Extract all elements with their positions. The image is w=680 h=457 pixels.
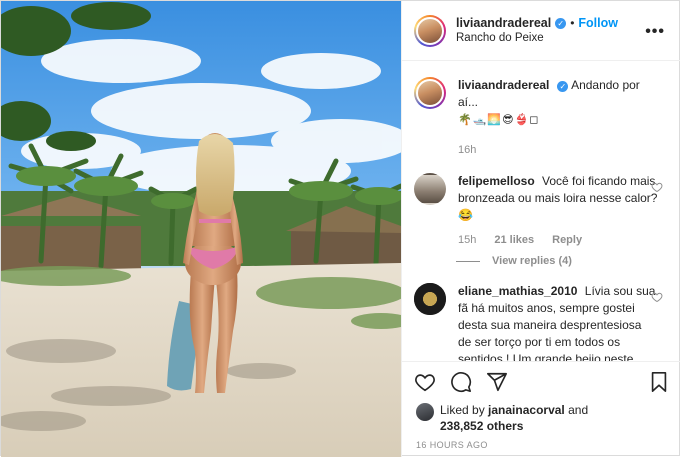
more-options-icon[interactable]: •••: [645, 23, 665, 41]
post-actions: Liked by janainacorval and 238,852 other…: [402, 361, 680, 457]
verified-badge-icon: ✓: [555, 17, 567, 29]
separator-dot: •: [570, 15, 575, 30]
caption-age[interactable]: 16h: [458, 142, 476, 159]
post-header: liviaandradereal ✓ • Follow Rancho do Pe…: [402, 1, 680, 61]
caption-emoji-line: 🌴🛥️🌅😎👙◻: [458, 113, 540, 126]
caption-username[interactable]: liviaandradereal: [458, 78, 549, 92]
comment-item: felipemelloso Você foi ficando mais bron…: [414, 173, 669, 249]
liker-avatar[interactable]: [416, 403, 434, 421]
share-icon[interactable]: [486, 371, 508, 393]
post-timestamp[interactable]: 16 HOURS AGO: [402, 434, 680, 450]
commenter-username[interactable]: eliane_mathias_2010: [458, 284, 577, 298]
comment-icon[interactable]: [450, 371, 472, 393]
post-side-panel: liviaandradereal ✓ • Follow Rancho do Pe…: [401, 1, 680, 457]
commenter-username[interactable]: felipemelloso: [458, 174, 535, 188]
author-avatar[interactable]: [414, 14, 446, 47]
heart-icon[interactable]: [414, 371, 436, 393]
liked-by-prefix: Liked by: [440, 403, 485, 417]
replies-divider: [456, 260, 480, 262]
beach-photo-illustration: [1, 1, 401, 457]
comment-age[interactable]: 15h: [458, 232, 476, 249]
follow-button[interactable]: Follow: [578, 16, 618, 31]
comment-like-heart-icon[interactable]: [651, 291, 663, 303]
view-replies-button[interactable]: View replies (4): [456, 255, 669, 267]
view-replies-label: View replies (4): [492, 255, 572, 267]
bookmark-icon[interactable]: [649, 371, 669, 393]
reply-button[interactable]: Reply: [552, 232, 582, 249]
post-dialog: liviaandradereal ✓ • Follow Rancho do Pe…: [0, 0, 680, 457]
likes-summary: Liked by janainacorval and 238,852 other…: [402, 402, 680, 434]
verified-badge-icon: ✓: [557, 81, 569, 92]
post-location[interactable]: Rancho do Peixe: [456, 31, 618, 46]
commenter-avatar[interactable]: [414, 173, 446, 205]
post-photo[interactable]: [1, 1, 401, 457]
comment-item: eliane_mathias_2010 Lívia sou sua fã há …: [414, 283, 669, 361]
comments-list[interactable]: liviaandradereal ✓ Andando por aí... 🌴🛥️🌅…: [402, 61, 680, 361]
caption-avatar[interactable]: [414, 77, 446, 109]
commenter-avatar[interactable]: [414, 283, 446, 315]
caption-comment: liviaandradereal ✓ Andando por aí... 🌴🛥️🌅…: [414, 77, 669, 159]
others-likes-count[interactable]: 238,852 others: [440, 419, 523, 433]
liked-by-conjunction: and: [568, 403, 589, 417]
comment-likes-count[interactable]: 21 likes: [494, 232, 534, 249]
liker-username[interactable]: janainacorval: [488, 403, 565, 417]
comment-like-heart-icon[interactable]: [651, 181, 663, 193]
author-username[interactable]: liviaandradereal: [456, 16, 551, 31]
